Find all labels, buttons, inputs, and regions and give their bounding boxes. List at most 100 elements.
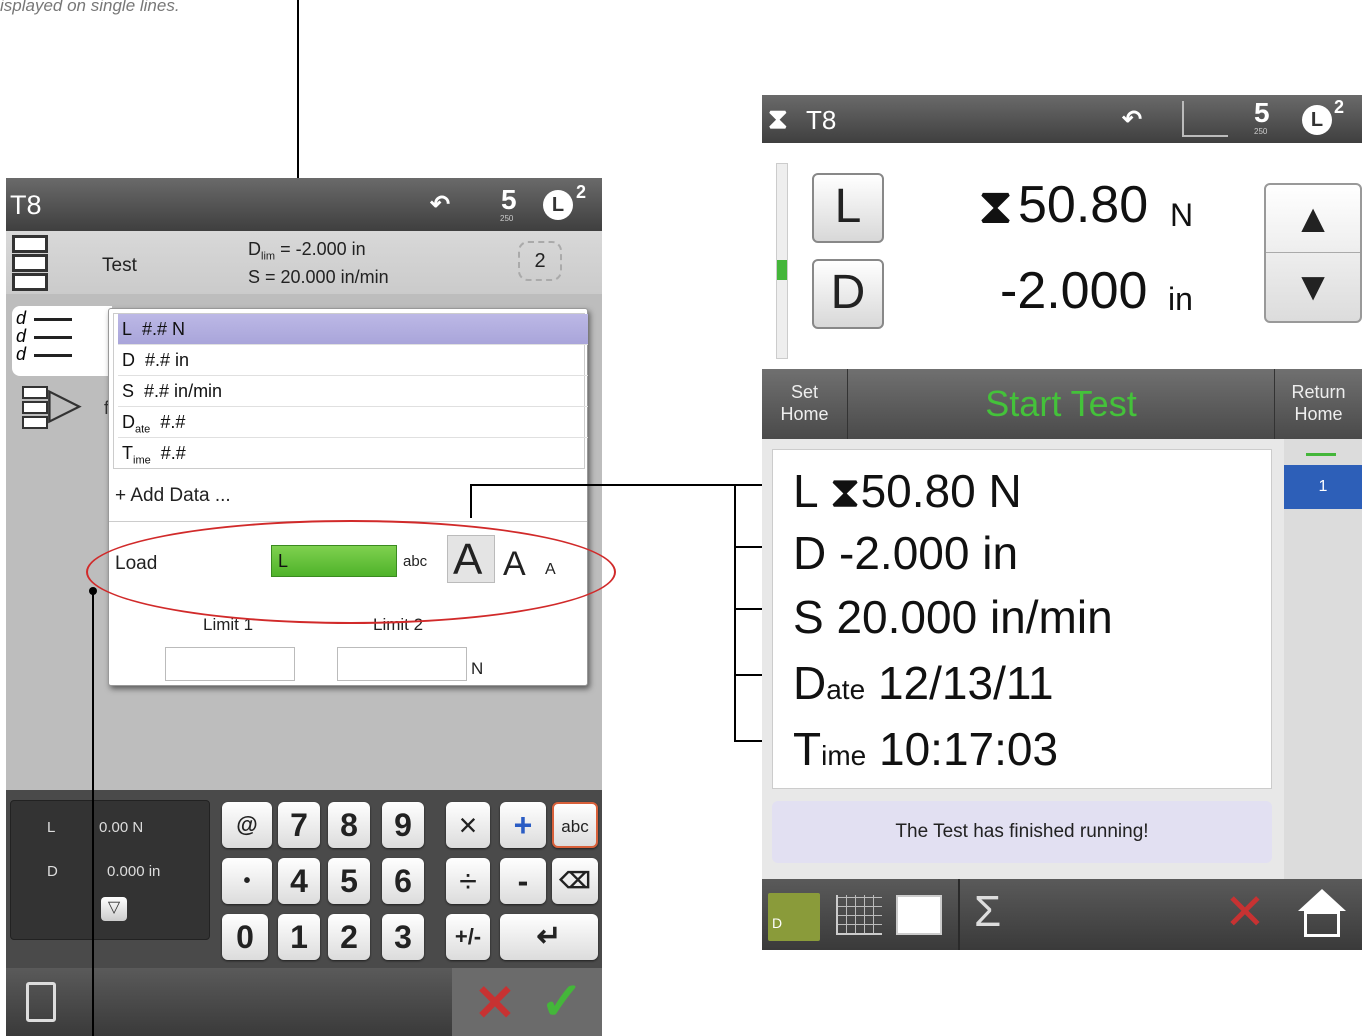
data-format-popup: L #.# N D #.# in S #.# in/min Date #.# T… [108, 308, 588, 686]
key-minus[interactable]: - [500, 858, 546, 904]
result-date: Date 12/13/11 [793, 657, 1054, 709]
displacement-unit: in [1168, 281, 1193, 317]
backspace-icon[interactable]: ⌫ [552, 858, 598, 904]
table-view-icon[interactable] [896, 895, 942, 935]
chevron-down-icon[interactable]: ▽ [101, 897, 127, 921]
key-multiply[interactable]: × [446, 802, 490, 848]
jog-controls: ▲ ▼ [1264, 183, 1362, 323]
annotation-dot-bottom [89, 587, 97, 595]
graph-icon[interactable] [1182, 101, 1228, 137]
add-data-button[interactable]: + Add Data ... [115, 485, 231, 507]
screenshot-stage: isplayed on single lines. T8 ↶ 5 250 L 2… [0, 0, 1364, 1036]
hourglass-icon: ⧗ [829, 468, 861, 517]
limit1-input[interactable] [165, 647, 295, 681]
load-cell-icon[interactable]: L [1302, 105, 1332, 135]
result-time: Time 10:17:03 [793, 723, 1059, 775]
undo-icon[interactable]: ↶ [430, 190, 450, 219]
speed-five-icon[interactable]: 5 [1254, 97, 1270, 129]
graph-view-icon[interactable] [836, 895, 882, 935]
right-title: T8 [806, 105, 837, 135]
key-2[interactable]: 2 [328, 914, 370, 960]
test-counter[interactable]: 2 [518, 241, 562, 281]
left-bottom-bar: ✕ ✓ [6, 968, 602, 1036]
confirm-icon[interactable]: ✓ [540, 972, 584, 1032]
result-speed: S 20.000 in/min [793, 591, 1113, 643]
hourglass-icon: ⧗ [768, 103, 788, 134]
jog-down-button[interactable]: ▼ [1266, 253, 1360, 321]
results-data-box: L ⧗50.80 N D -2.000 in S 20.000 in/min D… [772, 449, 1272, 789]
tab-sequence[interactable]: ▷ f [18, 382, 109, 440]
result-load: L ⧗50.80 N [793, 465, 1022, 517]
test-label: Test [102, 255, 137, 276]
key-5[interactable]: 5 [328, 858, 370, 904]
enter-key[interactable]: ↵ [500, 914, 598, 960]
speed-five-sub: 250 [500, 214, 514, 223]
caption-text: isplayed on single lines. [0, 0, 180, 15]
list-item-time[interactable]: Time #.# [118, 438, 588, 469]
left-title-bar: T8 ↶ 5 250 L 2 [6, 178, 602, 231]
speed-five-icon[interactable]: 5 [501, 184, 517, 216]
test-list-icon[interactable] [12, 235, 68, 291]
side-sample-list: 1 [1284, 439, 1362, 879]
statistics-icon[interactable]: Σ [974, 887, 1001, 937]
key-3[interactable]: 3 [382, 914, 424, 960]
data-field-list: L #.# N D #.# in S #.# in/min Date #.# T… [113, 313, 588, 469]
test-header-row: Test Dlim = -2.000 in S = 20.000 in/min … [6, 231, 602, 294]
speed-text: S = 20.000 in/min [248, 267, 389, 287]
key-9[interactable]: 9 [382, 802, 424, 848]
start-test-button[interactable]: Start Test [848, 369, 1274, 439]
limit2-input[interactable] [337, 647, 467, 681]
key-0[interactable]: 0 [222, 914, 268, 960]
tab-data-display[interactable]: d d d [12, 306, 112, 376]
hourglass-icon: ⧗ [978, 178, 1014, 234]
list-item-date[interactable]: Date #.# [118, 407, 588, 438]
undo-icon[interactable]: ↶ [1122, 105, 1142, 134]
return-home-button[interactable]: Return Home [1274, 369, 1362, 439]
limit-unit: N [471, 659, 484, 678]
cancel-icon[interactable]: ✕ [474, 974, 516, 1032]
control-bar: Set Home Start Test Return Home [762, 369, 1362, 439]
load-cell-icon[interactable]: L [543, 190, 573, 220]
jog-up-button[interactable]: ▲ [1266, 185, 1360, 253]
key-plus-minus[interactable]: +/- [446, 914, 490, 960]
data-view-tab[interactable]: D [768, 893, 820, 941]
load-button[interactable]: L [812, 173, 884, 243]
connector-vertical [470, 484, 472, 518]
load-cell-count: 2 [1334, 97, 1345, 117]
load-value: 50.80 [1018, 176, 1149, 234]
list-item-displacement[interactable]: D #.# in [118, 345, 588, 376]
key-at[interactable]: @ [222, 802, 272, 848]
key-plus[interactable]: + [500, 802, 546, 848]
sample-item-1[interactable]: 1 [1284, 465, 1362, 509]
result-displacement: D -2.000 in [793, 527, 1019, 579]
set-home-button[interactable]: Set Home [762, 369, 848, 439]
annotation-line-bottom [92, 590, 94, 1036]
status-message: The Test has finished running! [772, 801, 1272, 863]
popup-actions: ✕ ✓ [452, 968, 602, 1036]
right-title-bar: ⧗ T8 ↶ 5 250 L 2 [762, 95, 1362, 143]
readout-area: L D ⧗ 50.80 N -2.000 in ▲ ▼ [762, 143, 1362, 369]
key-abc[interactable]: abc [552, 802, 598, 848]
key-1[interactable]: 1 [278, 914, 320, 960]
displacement-button[interactable]: D [812, 259, 884, 329]
key-7[interactable]: 7 [278, 802, 320, 848]
load-cell-count: 2 [576, 182, 587, 202]
results-area: L ⧗50.80 N D -2.000 in S 20.000 in/min D… [762, 439, 1362, 879]
cancel-icon[interactable]: ✕ [1224, 883, 1266, 941]
dlim-text: Dlim = -2.000 in [248, 239, 366, 263]
home-icon[interactable] [1294, 889, 1350, 941]
key-8[interactable]: 8 [328, 802, 370, 848]
key-4[interactable]: 4 [278, 858, 320, 904]
displacement-value: -2.000 [1000, 262, 1148, 320]
list-item-speed[interactable]: S #.# in/min [118, 376, 588, 407]
left-title: T8 [10, 190, 42, 220]
key-divide[interactable]: ÷ [446, 858, 490, 904]
right-device-screen: ⧗ T8 ↶ 5 250 L 2 L D ⧗ 50.80 N -2.000 in… [762, 95, 1362, 950]
key-6[interactable]: 6 [382, 858, 424, 904]
right-bottom-bar: D Σ ✕ [762, 879, 1362, 950]
live-load-value: 0.00 N [99, 819, 144, 836]
list-item-load[interactable]: L #.# N [118, 314, 588, 345]
data-list-icon[interactable] [26, 982, 56, 1022]
key-decimal[interactable]: • [222, 858, 272, 904]
speed-five-sub: 250 [1254, 127, 1268, 136]
